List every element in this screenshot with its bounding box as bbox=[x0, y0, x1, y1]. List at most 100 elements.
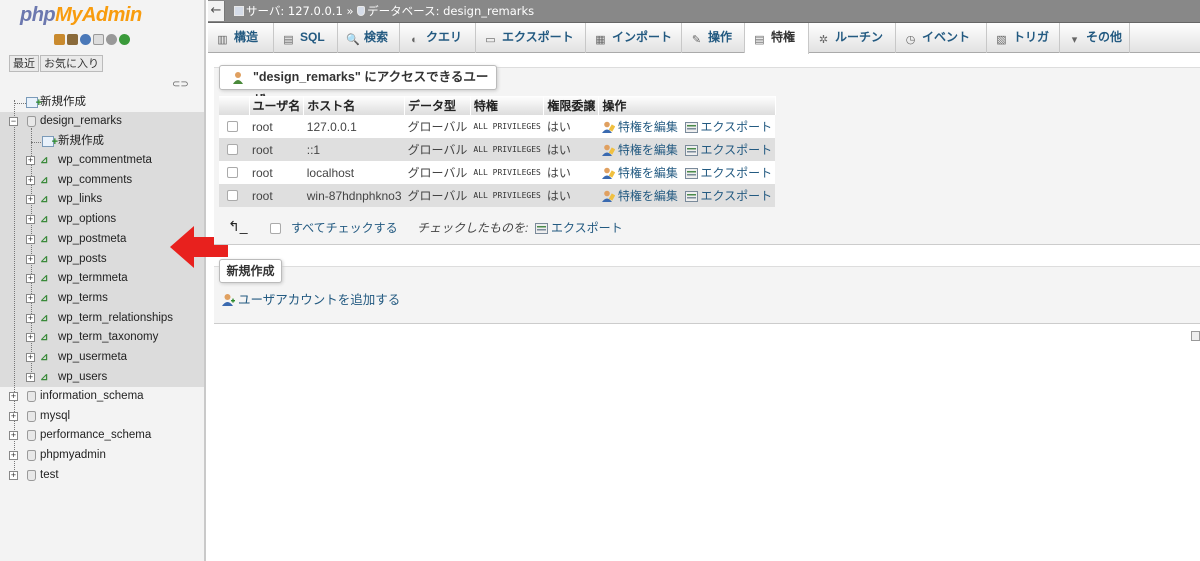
cell-privileges: ALL PRIVILEGES bbox=[470, 184, 544, 207]
docs-icon[interactable] bbox=[93, 34, 104, 45]
column-header[interactable]: 権限委譲 bbox=[543, 96, 600, 115]
tab-privileges[interactable]: ▤ 特権 bbox=[745, 23, 809, 54]
tree-item-db[interactable]: + mysql bbox=[0, 407, 200, 427]
reload-icon[interactable] bbox=[119, 34, 130, 45]
tab-more[interactable]: ▾ その他 bbox=[1060, 23, 1130, 53]
tree-item-table[interactable]: + ⊿ wp_usermeta bbox=[0, 348, 200, 368]
tab-operations[interactable]: ✎ 操作 bbox=[682, 23, 745, 53]
edit-privileges-link[interactable]: 特権を編集 bbox=[601, 120, 678, 134]
tree-item-table[interactable]: + ⊿ wp_term_relationships bbox=[0, 309, 200, 329]
expand-icon[interactable]: + bbox=[26, 195, 35, 205]
tree-item-table[interactable]: + ⊿ wp_comments bbox=[0, 171, 200, 191]
row-checkbox[interactable] bbox=[227, 189, 238, 201]
column-header[interactable]: データ型 bbox=[404, 96, 471, 115]
breadcrumb-server[interactable]: サーバ: 127.0.0.1 bbox=[246, 4, 343, 18]
tree-item-table[interactable]: + ⊿ wp_commentmeta bbox=[0, 151, 200, 171]
export-user-link[interactable]: エクスポート bbox=[684, 166, 772, 180]
help-icon[interactable] bbox=[80, 34, 91, 45]
tree-item-db[interactable]: + information_schema bbox=[0, 387, 200, 407]
expand-icon[interactable]: + bbox=[9, 451, 18, 461]
column-header[interactable]: ユーザ名 bbox=[249, 96, 305, 115]
expand-icon[interactable]: + bbox=[9, 411, 18, 421]
tree-item-table[interactable]: + ⊿ wp_term_taxonomy bbox=[0, 328, 200, 348]
tab-triggers[interactable]: ▧ トリガ bbox=[987, 23, 1060, 53]
tree-item-db-current[interactable]: − design_remarks bbox=[0, 112, 200, 132]
tab-export[interactable]: ▭ エクスポート bbox=[476, 23, 586, 53]
expand-icon[interactable]: + bbox=[26, 254, 35, 264]
expand-icon[interactable]: + bbox=[26, 274, 35, 284]
export-icon: ▭ bbox=[485, 34, 496, 46]
home-icon[interactable] bbox=[54, 34, 65, 45]
tree-item-db[interactable]: + test bbox=[0, 466, 200, 486]
tab-import[interactable]: ▦ インポート bbox=[586, 23, 682, 53]
expand-icon[interactable]: + bbox=[9, 431, 18, 441]
table-row: root::1 グローバル ALL PRIVILEGES はい 特権を編集 エクスポート bbox=[219, 138, 776, 161]
tab-events[interactable]: ◷ イベント bbox=[896, 23, 987, 53]
cell-grant: はい bbox=[543, 115, 599, 138]
tree-item-table[interactable]: + ⊿ wp_links bbox=[0, 190, 200, 210]
database-icon bbox=[27, 410, 36, 422]
check-all-checkbox[interactable] bbox=[270, 223, 281, 234]
database-icon bbox=[27, 430, 36, 442]
edit-privileges-link[interactable]: 特権を編集 bbox=[601, 143, 678, 157]
edit-privileges-link[interactable]: 特権を編集 bbox=[601, 166, 678, 180]
tree-item-new[interactable]: 新規作成 bbox=[0, 93, 200, 113]
tree-item-table[interactable]: + ⊿ wp_terms bbox=[0, 289, 200, 309]
tree-item-db[interactable]: + performance_schema bbox=[0, 426, 200, 446]
export-user-link[interactable]: エクスポート bbox=[684, 120, 772, 134]
edit-privileges-link[interactable]: 特権を編集 bbox=[601, 189, 678, 203]
column-header[interactable]: 特権 bbox=[470, 96, 545, 115]
expand-icon[interactable]: + bbox=[26, 175, 35, 185]
tab-favorites[interactable]: お気に入り bbox=[40, 55, 103, 72]
tab-recent[interactable]: 最近 bbox=[9, 55, 39, 72]
triggers-icon: ▧ bbox=[996, 34, 1007, 46]
export-user-link[interactable]: エクスポート bbox=[684, 189, 772, 203]
expand-icon[interactable]: + bbox=[26, 156, 35, 165]
expand-icon[interactable]: + bbox=[26, 215, 35, 225]
tree-item-table[interactable]: + ⊿ wp_users bbox=[0, 368, 200, 388]
tab-structure[interactable]: ▥ 構造 bbox=[208, 23, 274, 53]
add-user-account-link[interactable]: ユーザアカウントを追加する bbox=[222, 289, 400, 308]
row-checkbox[interactable] bbox=[227, 166, 238, 178]
link-with-main-icon[interactable]: ⊂⊃ bbox=[172, 79, 189, 90]
settings-icon[interactable] bbox=[106, 34, 117, 45]
tab-routines[interactable]: ✲ ルーチン bbox=[809, 23, 896, 53]
expand-icon[interactable]: + bbox=[26, 313, 35, 323]
database-icon bbox=[357, 6, 366, 16]
expand-icon[interactable]: + bbox=[9, 470, 18, 480]
logout-icon[interactable] bbox=[67, 34, 78, 45]
row-checkbox[interactable] bbox=[227, 120, 238, 132]
collapse-nav-icon[interactable]: ← bbox=[208, 1, 225, 21]
expand-icon[interactable]: + bbox=[26, 293, 35, 303]
dropdown-icon: ▾ bbox=[1071, 34, 1078, 46]
expand-icon[interactable]: + bbox=[26, 234, 35, 244]
bulk-export-button[interactable]: エクスポート bbox=[535, 218, 623, 238]
expand-icon[interactable]: + bbox=[9, 392, 18, 401]
privileges-icon: ▤ bbox=[754, 34, 765, 46]
export-user-link[interactable]: エクスポート bbox=[684, 143, 772, 157]
check-all-link[interactable]: すべてチェックする bbox=[291, 218, 398, 238]
cell-grant: はい bbox=[543, 184, 599, 207]
row-checkbox[interactable] bbox=[227, 143, 238, 155]
tree-item-db[interactable]: + phpmyadmin bbox=[0, 446, 200, 466]
expand-icon[interactable]: + bbox=[26, 372, 35, 382]
table-icon: ⊿ bbox=[40, 273, 49, 285]
tab-search[interactable]: 🔍 検索 bbox=[338, 23, 400, 53]
table-row: root localhost グローバル ALL PRIVILEGES はい 特権を編集 … bbox=[219, 161, 776, 184]
collapse-icon[interactable]: − bbox=[9, 117, 18, 126]
expand-icon[interactable]: + bbox=[26, 333, 35, 343]
header-checkbox bbox=[219, 96, 250, 115]
events-icon: ◷ bbox=[905, 34, 916, 46]
tree-item-table[interactable]: + ⊿ wp_termmeta bbox=[0, 269, 200, 289]
tab-query[interactable]: ◐ クエリ bbox=[400, 23, 476, 53]
expand-icon[interactable]: + bbox=[26, 353, 35, 362]
scroll-to-top-button[interactable] bbox=[1191, 331, 1200, 341]
tree-item-table-new[interactable]: 新規作成 bbox=[0, 132, 200, 152]
tab-sql[interactable]: ▤ SQL bbox=[274, 23, 338, 53]
column-header[interactable]: ホスト名 bbox=[303, 96, 406, 115]
table-icon: ⊿ bbox=[40, 352, 49, 363]
database-icon bbox=[27, 469, 36, 481]
breadcrumb-database[interactable]: データベース: design_remarks bbox=[367, 4, 534, 18]
cell-host: localhost bbox=[303, 161, 405, 184]
phpmyadmin-logo[interactable]: phpMyAdmin bbox=[20, 4, 142, 27]
